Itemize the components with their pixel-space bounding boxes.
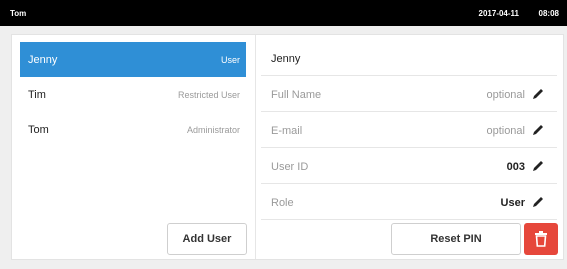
field-full-name[interactable]: Full Name optional (261, 76, 557, 112)
pencil-icon[interactable] (531, 159, 545, 173)
user-name: Tim (28, 89, 46, 101)
user-name: Jenny (28, 54, 58, 66)
delete-user-button[interactable] (524, 223, 558, 255)
user-name: Tom (28, 124, 49, 136)
date-label: 2017-04-11 (478, 9, 519, 18)
details-title: Jenny (271, 53, 301, 65)
pencil-icon[interactable] (531, 123, 545, 137)
user-details: Jenny Full Name optional E-mail optional… (261, 40, 557, 220)
pencil-icon[interactable] (531, 87, 545, 101)
pencil-icon[interactable] (531, 195, 545, 209)
field-role[interactable]: Role User (261, 184, 557, 220)
trash-icon (535, 231, 547, 247)
details-header: Jenny (261, 40, 557, 76)
user-management-panel: Jenny User Tim Restricted User Tom Admin… (11, 34, 564, 260)
field-value: optional (486, 89, 525, 101)
current-user-label: Tom (10, 9, 27, 18)
user-list-item-tim[interactable]: Tim Restricted User (20, 77, 246, 112)
field-label: E-mail (271, 125, 303, 137)
reset-pin-button[interactable]: Reset PIN (391, 223, 521, 255)
user-role: Restricted User (177, 90, 240, 100)
field-email[interactable]: E-mail optional (261, 112, 557, 148)
field-value: optional (486, 125, 525, 137)
field-label: Full Name (271, 89, 322, 101)
field-label: Role (271, 197, 294, 209)
user-list-item-jenny[interactable]: Jenny User (20, 42, 246, 77)
add-user-button[interactable]: Add User (167, 223, 247, 255)
user-role: Administrator (186, 125, 240, 135)
time-label: 08:08 (538, 9, 559, 18)
field-user-id[interactable]: User ID 003 (261, 148, 557, 184)
field-label: User ID (271, 161, 309, 173)
status-bar: Tom 2017-04-11 08:08 (0, 0, 567, 26)
user-list: Jenny User Tim Restricted User Tom Admin… (20, 42, 246, 147)
field-value: 003 (506, 161, 525, 173)
panel-divider (255, 35, 256, 259)
user-role: User (220, 55, 240, 65)
user-list-item-tom[interactable]: Tom Administrator (20, 112, 246, 147)
field-value: User (500, 197, 525, 209)
